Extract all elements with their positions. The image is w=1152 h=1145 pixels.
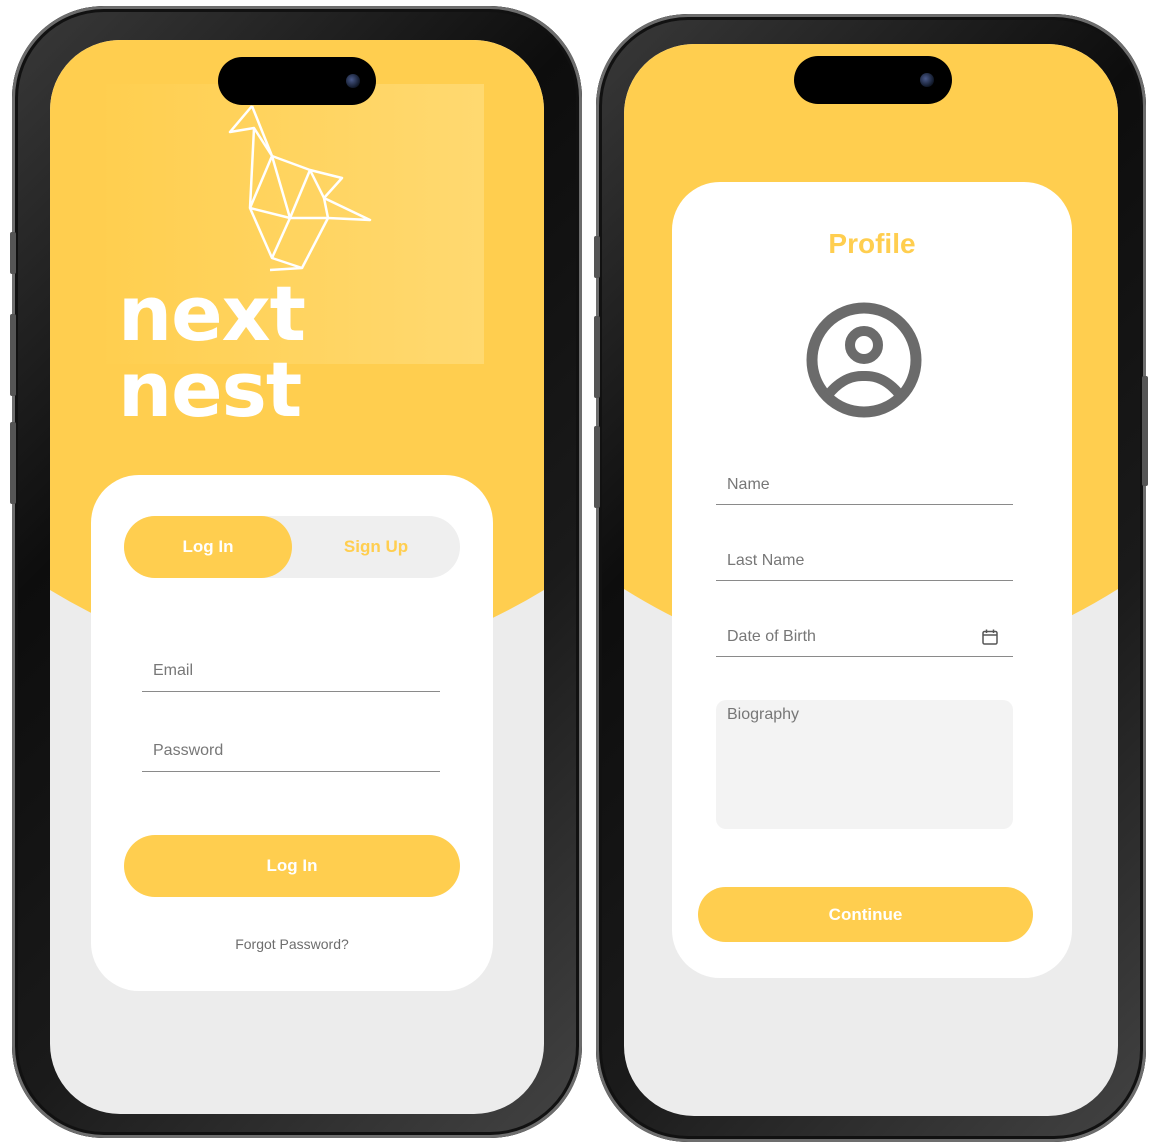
dynamic-island <box>218 57 376 105</box>
front-camera <box>920 73 934 87</box>
name-placeholder: Name <box>727 475 770 493</box>
password-field[interactable]: Password <box>142 731 440 772</box>
tab-sign-up[interactable]: Sign Up <box>292 516 460 578</box>
mute-switch <box>10 232 16 274</box>
account-circle-icon[interactable] <box>804 300 924 420</box>
page-title: Profile <box>828 228 916 259</box>
calendar-icon[interactable] <box>981 628 999 646</box>
profile-screen: Profile Name Last Name Date of Birth Bio… <box>624 44 1118 1116</box>
biography-placeholder: Biography <box>727 706 800 723</box>
volume-down-button <box>10 422 16 504</box>
phone-frame-profile: Profile Name Last Name Date of Birth Bio… <box>594 14 1148 1142</box>
auth-tab-switch: Log In Sign Up <box>124 516 460 578</box>
power-button <box>1142 376 1148 486</box>
email-placeholder: Email <box>153 662 194 679</box>
date-of-birth-placeholder: Date of Birth <box>727 627 816 645</box>
volume-up-button <box>10 314 16 396</box>
biography-textarea[interactable]: Biography <box>716 700 1013 829</box>
forgot-password-link[interactable]: Forgot Password? <box>91 936 493 952</box>
front-camera <box>346 74 360 88</box>
continue-button[interactable]: Continue <box>698 887 1033 942</box>
last-name-field[interactable]: Last Name <box>716 541 1013 581</box>
logo-wordmark: next nest <box>118 269 306 434</box>
date-of-birth-field[interactable]: Date of Birth <box>716 617 1013 657</box>
profile-card: Profile Name Last Name Date of Birth Bio… <box>672 182 1072 978</box>
tab-log-in[interactable]: Log In <box>124 516 292 578</box>
password-placeholder: Password <box>153 742 224 759</box>
email-field[interactable]: Email <box>142 651 440 692</box>
login-screen: next nest Log In Sign Up Email Password … <box>50 40 544 1114</box>
volume-down-button <box>594 426 600 508</box>
mute-switch <box>594 236 600 278</box>
volume-up-button <box>594 316 600 398</box>
dynamic-island <box>794 56 952 104</box>
log-in-button[interactable]: Log In <box>124 835 460 897</box>
last-name-placeholder: Last Name <box>727 551 805 569</box>
name-field[interactable]: Name <box>716 465 1013 505</box>
phone-frame-login: next nest Log In Sign Up Email Password … <box>10 6 582 1138</box>
login-card: Log In Sign Up Email Password Log In For… <box>91 475 493 991</box>
origami-bird-icon <box>228 105 372 272</box>
